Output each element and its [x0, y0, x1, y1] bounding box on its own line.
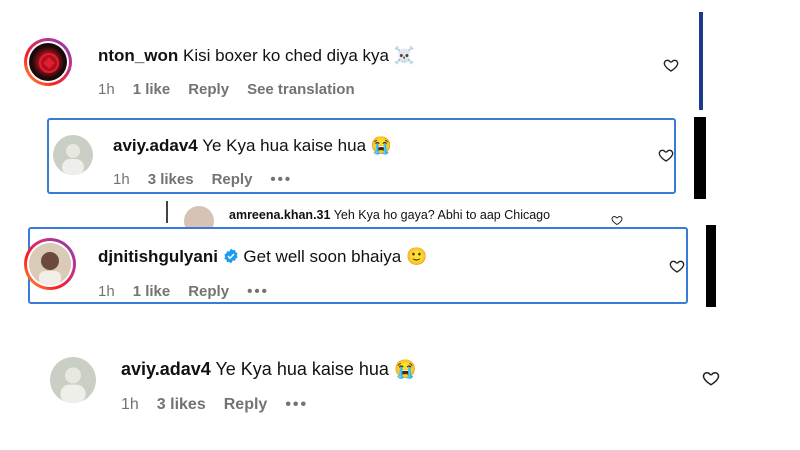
skull-emoji: ☠️ [393, 46, 415, 65]
edge-bar-3 [706, 225, 716, 307]
avatar[interactable] [53, 135, 93, 175]
comment-text: Get well soon bhaiya [243, 247, 402, 266]
timestamp: 1h [98, 283, 115, 300]
heart-outline-icon[interactable] [669, 258, 685, 274]
comment-line: aviy.adav4 Ye Kya hua kaise hua 😭 [113, 136, 392, 156]
avatar-photo-icon [62, 144, 84, 175]
timestamp: 1h [113, 171, 130, 188]
likes-count[interactable]: 1 like [133, 283, 171, 300]
username[interactable]: aviy.adav4 [113, 136, 198, 155]
avatar-logo-icon [39, 53, 59, 73]
thread-line [166, 201, 168, 223]
username[interactable]: djnitishgulyani [98, 247, 218, 266]
reply-button[interactable]: Reply [188, 283, 229, 300]
likes-count[interactable]: 3 likes [157, 396, 206, 414]
avatar[interactable] [24, 38, 72, 86]
likes-count[interactable]: 1 like [133, 81, 171, 98]
username[interactable]: amreena.khan.31 [229, 208, 330, 222]
heart-outline-icon[interactable] [611, 214, 623, 226]
edge-bar-2 [694, 117, 706, 199]
more-options-button[interactable]: ••• [270, 171, 292, 188]
comment-meta: 1h 1 like Reply See translation [98, 81, 355, 98]
reply-button[interactable]: Reply [224, 396, 268, 414]
reply-button[interactable]: Reply [212, 171, 253, 188]
comment-line: nton_won Kisi boxer ko ched diya kya ☠️ [98, 46, 415, 66]
comment-text: Ye Kya hua kaise hua [215, 359, 389, 379]
reply-button[interactable]: Reply [188, 81, 229, 98]
crying-emoji: 😭 [370, 136, 392, 155]
more-options-button[interactable]: ••• [247, 283, 269, 300]
username[interactable]: aviy.adav4 [121, 359, 211, 379]
heart-outline-icon[interactable] [702, 369, 720, 387]
comment-meta: 1h 3 likes Reply ••• [113, 171, 292, 188]
crying-emoji: 😭 [393, 359, 417, 379]
avatar-photo-icon [29, 243, 71, 285]
comment-text: Yeh Kya ho gaya? Abhi to aap Chicago [333, 208, 551, 222]
heart-outline-icon[interactable] [658, 147, 674, 163]
comment-line: aviy.adav4 Ye Kya hua kaise hua 😭 [121, 359, 416, 380]
see-translation-button[interactable]: See translation [247, 81, 355, 98]
smile-emoji: 🙂 [405, 247, 428, 266]
verified-badge-icon [224, 248, 238, 264]
comment-meta: 1h 1 like Reply ••• [98, 283, 269, 300]
likes-count[interactable]: 3 likes [148, 171, 194, 188]
heart-outline-icon[interactable] [663, 57, 679, 73]
avatar-photo-icon [60, 367, 86, 403]
more-options-button[interactable]: ••• [285, 396, 308, 414]
comment-line: amreena.khan.31 Yeh Kya ho gaya? Abhi to… [229, 208, 550, 222]
edge-bar-1 [699, 12, 703, 110]
timestamp: 1h [121, 396, 139, 413]
timestamp: 1h [98, 81, 115, 98]
comment-text: Ye Kya hua kaise hua [202, 136, 367, 155]
comment-meta: 1h 3 likes Reply ••• [121, 396, 308, 414]
avatar[interactable] [50, 357, 96, 403]
username[interactable]: nton_won [98, 46, 178, 65]
comment-line: djnitishgulyani Get well soon bhaiya 🙂 [98, 247, 427, 267]
comment-text: Kisi boxer ko ched diya kya [183, 46, 389, 65]
avatar[interactable] [24, 238, 76, 290]
